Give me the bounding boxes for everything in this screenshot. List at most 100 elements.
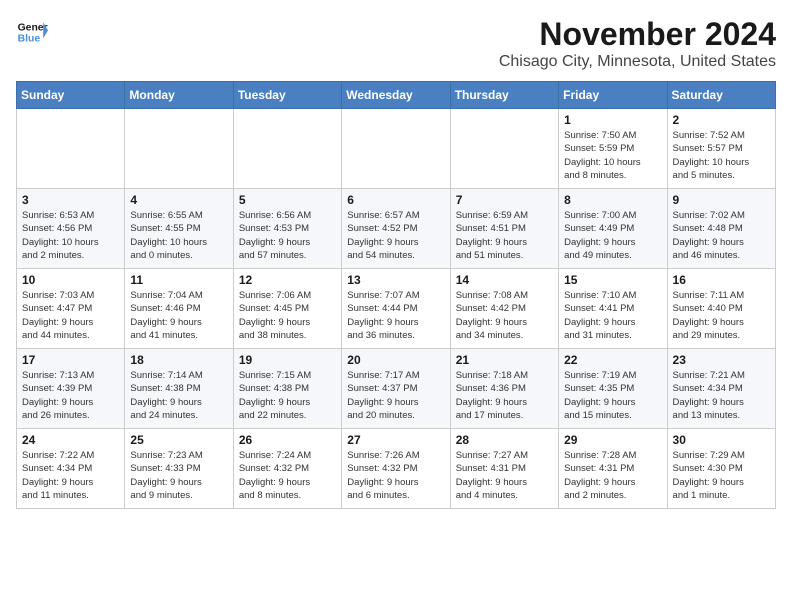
day-number: 28: [456, 433, 553, 447]
day-info: Sunrise: 6:57 AM Sunset: 4:52 PM Dayligh…: [347, 209, 444, 262]
day-info: Sunrise: 7:02 AM Sunset: 4:48 PM Dayligh…: [673, 209, 770, 262]
calendar-cell: 1 Sunrise: 7:50 AM Sunset: 5:59 PM Daylig…: [559, 109, 667, 189]
calendar-cell: 19 Sunrise: 7:15 AM Sunset: 4:38 PM Dayli…: [233, 349, 341, 429]
day-info: Sunrise: 6:53 AM Sunset: 4:56 PM Dayligh…: [22, 209, 119, 262]
calendar-cell: 8Sunrise: 7:00 AM Sunset: 4:49 PM Daylig…: [559, 189, 667, 269]
calendar-cell: 28 Sunrise: 7:27 AM Sunset: 4:31 PM Dayli…: [450, 429, 558, 509]
calendar-cell: 13 Sunrise: 7:07 AM Sunset: 4:44 PM Dayli…: [342, 269, 450, 349]
title-section: November 2024 Chisago City, Minnesota, U…: [499, 16, 776, 71]
calendar-cell: [233, 109, 341, 189]
calendar-cell: 20 Sunrise: 7:17 AM Sunset: 4:37 PM Dayli…: [342, 349, 450, 429]
calendar-cell: 4 Sunrise: 6:55 AM Sunset: 4:55 PM Daylig…: [125, 189, 233, 269]
calendar-week-row: 1 Sunrise: 7:50 AM Sunset: 5:59 PM Daylig…: [17, 109, 776, 189]
day-number: 8: [564, 193, 661, 207]
day-number: 9: [673, 193, 770, 207]
calendar-cell: 7 Sunrise: 6:59 AM Sunset: 4:51 PM Daylig…: [450, 189, 558, 269]
day-number: 6: [347, 193, 444, 207]
calendar-cell: 16 Sunrise: 7:11 AM Sunset: 4:40 PM Dayli…: [667, 269, 775, 349]
day-info: Sunrise: 7:11 AM Sunset: 4:40 PM Dayligh…: [673, 289, 770, 342]
day-number: 4: [130, 193, 227, 207]
day-info: Sunrise: 7:18 AM Sunset: 4:36 PM Dayligh…: [456, 369, 553, 422]
weekday-header-tuesday: Tuesday: [233, 82, 341, 109]
day-info: Sunrise: 6:59 AM Sunset: 4:51 PM Dayligh…: [456, 209, 553, 262]
calendar-cell: [17, 109, 125, 189]
weekday-header-sunday: Sunday: [17, 82, 125, 109]
day-number: 19: [239, 353, 336, 367]
day-number: 30: [673, 433, 770, 447]
day-info: Sunrise: 7:04 AM Sunset: 4:46 PM Dayligh…: [130, 289, 227, 342]
day-number: 7: [456, 193, 553, 207]
logo: General Blue: [16, 16, 48, 48]
day-info: Sunrise: 7:28 AM Sunset: 4:31 PM Dayligh…: [564, 449, 661, 502]
day-info: Sunrise: 7:14 AM Sunset: 4:38 PM Dayligh…: [130, 369, 227, 422]
day-info: Sunrise: 7:13 AM Sunset: 4:39 PM Dayligh…: [22, 369, 119, 422]
calendar-cell: 25 Sunrise: 7:23 AM Sunset: 4:33 PM Dayli…: [125, 429, 233, 509]
month-title: November 2024: [499, 16, 776, 53]
weekday-header-friday: Friday: [559, 82, 667, 109]
day-info: Sunrise: 7:50 AM Sunset: 5:59 PM Dayligh…: [564, 129, 661, 182]
location-title: Chisago City, Minnesota, United States: [499, 53, 776, 71]
day-info: Sunrise: 7:08 AM Sunset: 4:42 PM Dayligh…: [456, 289, 553, 342]
day-info: Sunrise: 7:21 AM Sunset: 4:34 PM Dayligh…: [673, 369, 770, 422]
calendar-cell: 9 Sunrise: 7:02 AM Sunset: 4:48 PM Daylig…: [667, 189, 775, 269]
day-info: Sunrise: 6:55 AM Sunset: 4:55 PM Dayligh…: [130, 209, 227, 262]
day-number: 23: [673, 353, 770, 367]
day-number: 17: [22, 353, 119, 367]
day-number: 22: [564, 353, 661, 367]
calendar-week-row: 17 Sunrise: 7:13 AM Sunset: 4:39 PM Dayli…: [17, 349, 776, 429]
logo-icon: General Blue: [16, 16, 48, 48]
day-info: Sunrise: 7:15 AM Sunset: 4:38 PM Dayligh…: [239, 369, 336, 422]
day-info: Sunrise: 7:22 AM Sunset: 4:34 PM Dayligh…: [22, 449, 119, 502]
day-info: Sunrise: 7:27 AM Sunset: 4:31 PM Dayligh…: [456, 449, 553, 502]
calendar-cell: 30Sunrise: 7:29 AM Sunset: 4:30 PM Dayli…: [667, 429, 775, 509]
calendar-cell: 17 Sunrise: 7:13 AM Sunset: 4:39 PM Dayli…: [17, 349, 125, 429]
calendar-week-row: 3 Sunrise: 6:53 AM Sunset: 4:56 PM Daylig…: [17, 189, 776, 269]
day-number: 26: [239, 433, 336, 447]
day-info: Sunrise: 7:03 AM Sunset: 4:47 PM Dayligh…: [22, 289, 119, 342]
calendar-cell: 10Sunrise: 7:03 AM Sunset: 4:47 PM Dayli…: [17, 269, 125, 349]
day-number: 3: [22, 193, 119, 207]
day-number: 20: [347, 353, 444, 367]
weekday-header-monday: Monday: [125, 82, 233, 109]
calendar-cell: 26 Sunrise: 7:24 AM Sunset: 4:32 PM Dayli…: [233, 429, 341, 509]
day-info: Sunrise: 7:17 AM Sunset: 4:37 PM Dayligh…: [347, 369, 444, 422]
day-number: 2: [673, 113, 770, 127]
calendar-cell: 11Sunrise: 7:04 AM Sunset: 4:46 PM Dayli…: [125, 269, 233, 349]
calendar-cell: 12Sunrise: 7:06 AM Sunset: 4:45 PM Dayli…: [233, 269, 341, 349]
calendar-week-row: 24 Sunrise: 7:22 AM Sunset: 4:34 PM Dayli…: [17, 429, 776, 509]
page-header: General Blue November 2024 Chisago City,…: [16, 16, 776, 71]
day-info: Sunrise: 7:26 AM Sunset: 4:32 PM Dayligh…: [347, 449, 444, 502]
calendar-cell: 24 Sunrise: 7:22 AM Sunset: 4:34 PM Dayli…: [17, 429, 125, 509]
day-number: 14: [456, 273, 553, 287]
day-number: 5: [239, 193, 336, 207]
calendar-cell: 15Sunrise: 7:10 AM Sunset: 4:41 PM Dayli…: [559, 269, 667, 349]
calendar-cell: 27 Sunrise: 7:26 AM Sunset: 4:32 PM Dayli…: [342, 429, 450, 509]
weekday-header-thursday: Thursday: [450, 82, 558, 109]
day-info: Sunrise: 7:23 AM Sunset: 4:33 PM Dayligh…: [130, 449, 227, 502]
svg-text:Blue: Blue: [18, 34, 41, 45]
day-info: Sunrise: 7:19 AM Sunset: 4:35 PM Dayligh…: [564, 369, 661, 422]
day-number: 24: [22, 433, 119, 447]
calendar-cell: [125, 109, 233, 189]
day-number: 27: [347, 433, 444, 447]
day-info: Sunrise: 6:56 AM Sunset: 4:53 PM Dayligh…: [239, 209, 336, 262]
day-number: 25: [130, 433, 227, 447]
calendar-cell: 5 Sunrise: 6:56 AM Sunset: 4:53 PM Daylig…: [233, 189, 341, 269]
day-number: 1: [564, 113, 661, 127]
calendar-cell: 14 Sunrise: 7:08 AM Sunset: 4:42 PM Dayli…: [450, 269, 558, 349]
day-number: 18: [130, 353, 227, 367]
day-info: Sunrise: 7:07 AM Sunset: 4:44 PM Dayligh…: [347, 289, 444, 342]
day-number: 13: [347, 273, 444, 287]
day-info: Sunrise: 7:10 AM Sunset: 4:41 PM Dayligh…: [564, 289, 661, 342]
calendar-cell: [450, 109, 558, 189]
day-info: Sunrise: 7:24 AM Sunset: 4:32 PM Dayligh…: [239, 449, 336, 502]
calendar-cell: 18 Sunrise: 7:14 AM Sunset: 4:38 PM Dayli…: [125, 349, 233, 429]
day-number: 16: [673, 273, 770, 287]
weekday-header-saturday: Saturday: [667, 82, 775, 109]
day-info: Sunrise: 7:52 AM Sunset: 5:57 PM Dayligh…: [673, 129, 770, 182]
day-number: 21: [456, 353, 553, 367]
day-number: 12: [239, 273, 336, 287]
weekday-header-row: SundayMondayTuesdayWednesdayThursdayFrid…: [17, 82, 776, 109]
calendar-week-row: 10Sunrise: 7:03 AM Sunset: 4:47 PM Dayli…: [17, 269, 776, 349]
calendar-cell: [342, 109, 450, 189]
